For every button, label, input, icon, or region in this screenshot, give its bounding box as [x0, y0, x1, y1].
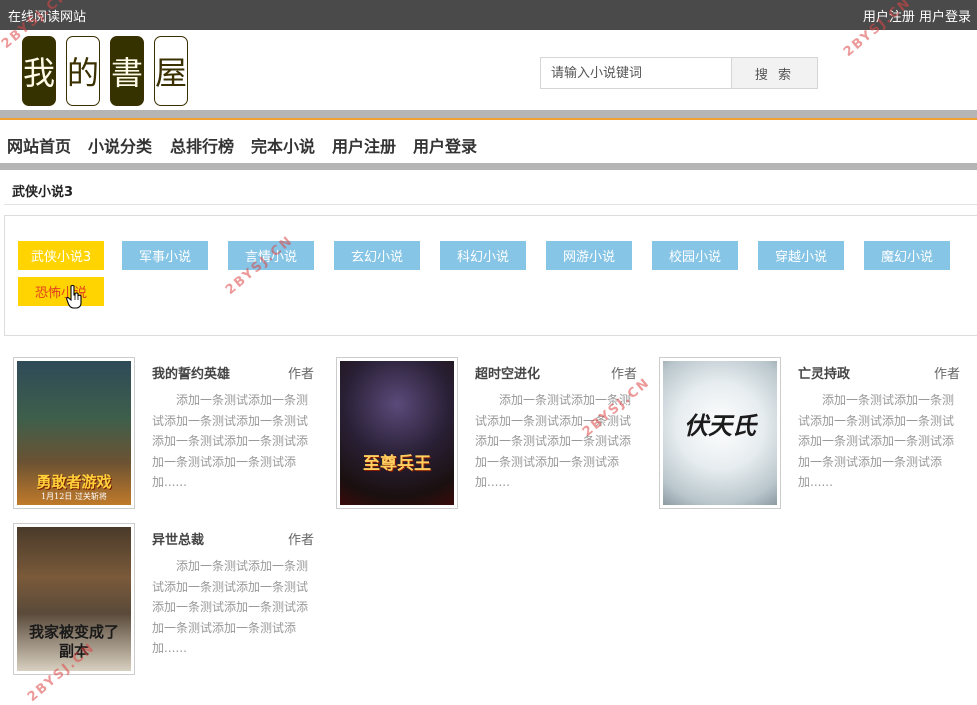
book-title[interactable]: 亡灵持政 — [798, 363, 850, 382]
category-military[interactable]: 军事小说 — [122, 241, 208, 270]
current-category-title: 武侠小说3 — [12, 185, 74, 200]
nav-item-categories[interactable]: 小说分类 — [88, 133, 152, 157]
book-description: 添加一条测试添加一条测试添加一条测试添加一条测试添加一条测试添加一条测试添加一条… — [152, 393, 309, 489]
nav-divider-top — [0, 110, 977, 118]
book-description: 添加一条测试添加一条测试添加一条测试添加一条测试添加一条测试添加一条测试添加一条… — [152, 559, 309, 655]
cover-subtitle: 1月12日 过关斩将 — [41, 492, 107, 501]
book-card: 我家被变成了副本 异世总裁 作者 添加一条测试添加一条测试添加一条测试添加一条测… — [13, 523, 318, 678]
book-title[interactable]: 我的誓约英雄 — [152, 363, 230, 382]
book-title[interactable]: 超时空进化 — [475, 363, 540, 382]
nav-item-rankings[interactable]: 总排行榜 — [170, 133, 234, 157]
category-wuxia[interactable]: 武侠小说3 — [18, 241, 104, 270]
category-fantasy[interactable]: 玄幻小说 — [334, 241, 420, 270]
nav-item-completed[interactable]: 完本小说 — [251, 133, 315, 157]
logo-char: 書 — [110, 36, 144, 106]
logo-char: 屋 — [154, 36, 188, 106]
cover-title: 勇敢者游戏 — [36, 473, 112, 491]
book-title[interactable]: 异世总裁 — [152, 529, 204, 548]
book-cover[interactable]: 勇敢者游戏 1月12日 过关斩将 — [13, 357, 135, 509]
cover-title: 至尊兵王 — [363, 454, 431, 474]
category-panel — [4, 215, 977, 336]
book-author: 作者 — [933, 367, 960, 382]
divider — [4, 204, 977, 205]
main-nav: 网站首页 小说分类 总排行榜 完本小说 用户注册 用户登录 — [0, 121, 977, 163]
book-cover[interactable]: 至尊兵王 — [336, 357, 458, 509]
category-horror[interactable]: 恐怖小说 — [18, 277, 104, 306]
category-scifi[interactable]: 科幻小说 — [440, 241, 526, 270]
nav-item-register[interactable]: 用户注册 — [332, 133, 396, 157]
search-button[interactable]: 搜 索 — [731, 57, 818, 89]
book-author: 作者 — [287, 533, 314, 548]
book-author: 作者 — [287, 367, 314, 382]
nav-accent-line — [0, 118, 977, 120]
category-campus[interactable]: 校园小说 — [652, 241, 738, 270]
book-description: 添加一条测试添加一条测试添加一条测试添加一条测试添加一条测试添加一条测试添加一条… — [798, 393, 955, 489]
top-login-link[interactable]: 用户登录 — [919, 10, 971, 25]
nav-item-login[interactable]: 用户登录 — [413, 133, 477, 157]
logo-char: 我 — [22, 36, 56, 106]
category-time-travel[interactable]: 穿越小说 — [758, 241, 844, 270]
book-cover[interactable]: 伏天氏 — [659, 357, 781, 509]
category-online-game[interactable]: 网游小说 — [546, 241, 632, 270]
book-author: 作者 — [610, 367, 637, 382]
nav-item-home[interactable]: 网站首页 — [7, 133, 71, 157]
site-logo[interactable]: 我 的 書 屋 — [22, 36, 190, 108]
hand-cursor-icon — [66, 285, 82, 309]
logo-char: 的 — [66, 36, 100, 106]
nav-divider-bottom — [0, 163, 977, 170]
top-bar: 在线阅读网站 用户注册 用户登录 — [0, 0, 977, 30]
cover-title: 伏天氏 — [684, 411, 756, 440]
book-card: 勇敢者游戏 1月12日 过关斩将 我的誓约英雄 作者 添加一条测试添加一条测试添… — [13, 357, 318, 512]
search-input[interactable] — [540, 57, 732, 89]
category-magic[interactable]: 魔幻小说 — [864, 241, 950, 270]
book-card: 伏天氏 亡灵持政 作者 添加一条测试添加一条测试添加一条测试添加一条测试添加一条… — [659, 357, 964, 512]
